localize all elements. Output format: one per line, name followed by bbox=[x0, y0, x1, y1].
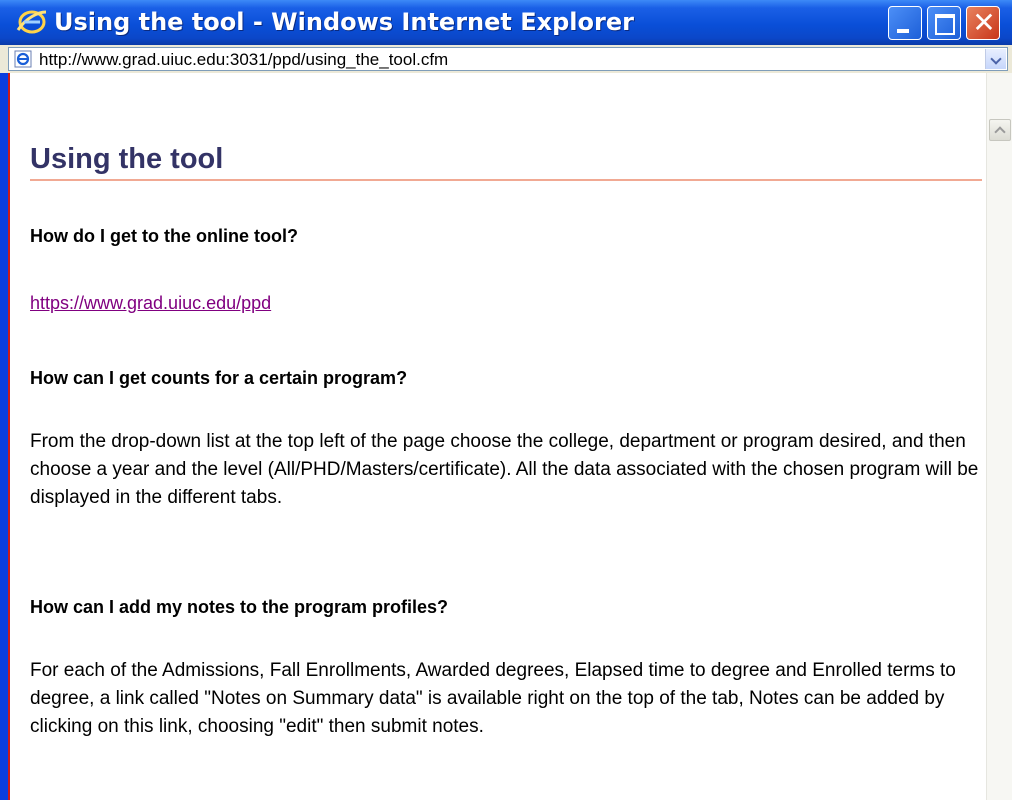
browser-window: Using the tool - Windows Internet Explor… bbox=[0, 0, 1012, 800]
question-1: How do I get to the online tool? bbox=[30, 226, 298, 246]
address-bar: http://www.grad.uiuc.edu:3031/ppd/using_… bbox=[0, 45, 1012, 73]
address-field[interactable]: http://www.grad.uiuc.edu:3031/ppd/using_… bbox=[8, 47, 1008, 71]
answer-2: From the drop-down list at the top left … bbox=[30, 431, 979, 508]
close-button[interactable]: ✕ bbox=[966, 6, 1000, 40]
maximize-button[interactable] bbox=[927, 6, 961, 40]
content-area: Using the tool How do I get to the onlin… bbox=[8, 73, 1012, 800]
minimize-button[interactable] bbox=[888, 6, 922, 40]
maximize-icon bbox=[935, 14, 955, 35]
ppd-link[interactable]: https://www.grad.uiuc.edu/ppd bbox=[30, 293, 271, 314]
page-title: Using the tool bbox=[30, 143, 224, 175]
heading-rule bbox=[30, 179, 982, 181]
question-2: How can I get counts for a certain progr… bbox=[30, 368, 408, 388]
vertical-scrollbar[interactable] bbox=[986, 73, 1012, 800]
window-title: Using the tool - Windows Internet Explor… bbox=[54, 8, 634, 36]
address-url: http://www.grad.uiuc.edu:3031/ppd/using_… bbox=[39, 50, 449, 69]
page-ie-icon bbox=[14, 50, 32, 68]
minimize-icon bbox=[897, 29, 909, 33]
question-3: How can I add my notes to the program pr… bbox=[30, 597, 449, 617]
ie-logo-icon bbox=[16, 10, 47, 34]
close-icon: ✕ bbox=[972, 6, 996, 39]
title-bar[interactable]: Using the tool - Windows Internet Explor… bbox=[0, 0, 1012, 45]
scroll-up-arrow-icon[interactable] bbox=[989, 119, 1011, 141]
frame-edge bbox=[8, 73, 10, 800]
answer-3: For each of the Admissions, Fall Enrollm… bbox=[30, 660, 956, 737]
dropdown-arrow-icon[interactable] bbox=[985, 49, 1006, 69]
